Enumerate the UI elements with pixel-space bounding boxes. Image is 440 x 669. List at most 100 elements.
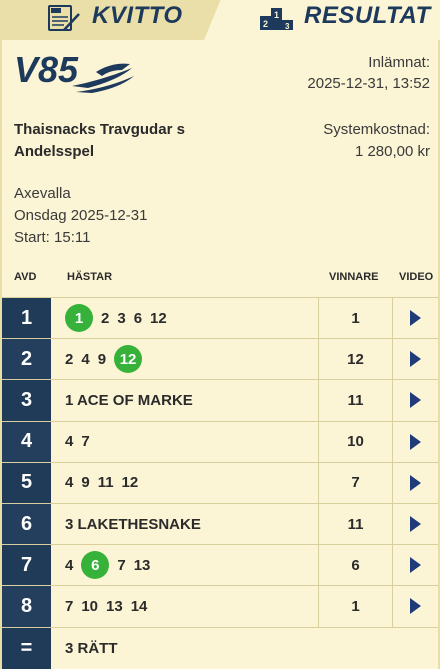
team-name-line2: Andelsspel [14,143,95,160]
horse-number: 11 [97,474,114,492]
tab-bar: KVITTO 2 1 3 RESULTAT [0,0,440,40]
play-icon [410,474,421,491]
horse-number: 12 [150,309,167,327]
header-horses: HÄSTAR [67,271,113,283]
video-button[interactable] [392,462,438,503]
video-button[interactable] [392,380,438,421]
horse-number: 9 [97,350,107,368]
winning-horse: 1 [65,304,93,333]
submitted-value: 2025-12-31, 13:52 [307,75,430,92]
race-winner: 1 [318,298,392,339]
horse-number: 2 [101,309,110,327]
selected-horses: 1 2 3 6 12 [51,298,318,338]
selected-horses: 4 6 7 13 [51,545,318,585]
race-winner: 11 [318,380,392,421]
table-row: 7 4 6 7 13 6 [2,544,438,586]
horse-number: 7 [117,556,126,574]
selected-horses: 47 [51,422,318,462]
video-button[interactable] [392,545,438,586]
race-winner: 10 [318,421,392,462]
selected-horses: 3 LAKETHESNAKE [51,504,318,544]
race-track: Axevalla [14,185,71,202]
play-icon [410,433,421,450]
winning-horse: 12 [114,345,143,374]
header-avd: AVD [14,271,37,283]
race-info: Axevalla Onsdag 2025-12-31 Start: 15:11 [14,183,147,249]
video-button[interactable] [392,298,438,339]
play-icon [410,392,421,409]
race-winner: 11 [318,503,392,545]
tab-kvitto[interactable]: KVITTO [0,0,218,40]
tab-resultat[interactable]: 2 1 3 RESULTAT [204,0,440,40]
table-row: 5 4 9 11 12 7 [2,461,438,503]
horse-number: 4 [65,474,74,492]
race-winner: 7 [318,462,392,503]
play-icon [410,557,421,574]
tab-resultat-label: RESULTAT [304,2,431,29]
race-number: 1 [2,298,51,339]
team-name-line1: Thaisnacks Travgudar s [14,121,185,138]
receipt-panel: V85 Inlämnat: 2025-12-31, 13:52 Thaisnac… [2,40,438,669]
video-button[interactable] [392,339,438,380]
table-row: 8 7 10 13 14 1 [2,585,438,627]
winning-horse: 6 [81,551,110,580]
horse-number: 4 [65,556,74,574]
submitted-info: Inlämnat: 2025-12-31, 13:52 [307,52,430,94]
race-start: Start: 15:11 [14,229,91,246]
race-number: 7 [2,545,51,586]
race-number: 5 [2,462,51,503]
play-icon [410,310,421,327]
team-name: Thaisnacks Travgudar s Andelsspel [14,119,185,163]
horse-number: 4 [65,433,74,451]
selected-horses: 2 4 9 12 [51,339,318,379]
svg-text:1: 1 [274,10,279,20]
race-winner: 1 [318,586,392,627]
horse-number: 1 ACE OF MARKE [65,391,193,409]
horse-number: 6 [133,309,143,327]
video-button[interactable] [392,503,438,545]
horse-number: 7 [81,433,90,451]
table-row: 6 3 LAKETHESNAKE 11 [2,502,438,545]
total-row: = 3 RÄTT [2,626,438,669]
svg-text:3: 3 [285,22,290,30]
video-button[interactable] [392,421,438,462]
total-correct: 3 RÄTT [65,639,118,657]
table-row: 3 1 ACE OF MARKE 11 [2,379,438,421]
play-icon [410,598,421,615]
horse-number: 2 [65,350,74,368]
v85-logo-text: V85 [14,50,79,90]
horse-number: 9 [81,474,90,492]
selected-horses: 1 ACE OF MARKE [51,380,318,420]
system-cost: Systemkostnad: 1 280,00 kr [323,119,430,163]
horse-number: 12 [121,474,139,492]
podium-icon: 2 1 3 [260,8,293,30]
race-winner: 12 [318,339,392,380]
horse-number: 14 [130,597,148,615]
race-number: 6 [2,503,51,545]
horse-number: 4 [81,350,90,368]
submitted-label: Inlämnat: [368,54,430,71]
race-number: 8 [2,586,51,627]
table-header: AVD HÄSTAR VINNARE VIDEO [2,266,438,298]
selected-horses: 7 10 13 14 [51,586,318,626]
table-row: 2 2 4 9 12 12 [2,338,438,380]
race-date: Onsdag 2025-12-31 [14,207,148,224]
system-cost-label: Systemkostnad: [323,121,430,138]
svg-text:2: 2 [263,19,268,29]
tab-kvitto-label: KVITTO [92,2,183,29]
video-button[interactable] [392,586,438,627]
horse-number: 13 [106,597,123,615]
race-number: 2 [2,339,51,380]
total-symbol: = [2,627,51,669]
race-number: 4 [2,421,51,462]
system-cost-value: 1 280,00 kr [354,143,430,160]
table-row: 1 1 2 3 6 12 1 [2,297,438,339]
horse-number: 3 [117,309,126,327]
receipt-icon [48,5,80,31]
header-winner: VINNARE [329,271,379,283]
play-icon [410,516,421,533]
v85-logo: V85 [14,50,134,93]
horse-number: 7 [65,597,74,615]
race-winner: 6 [318,545,392,586]
play-icon [410,351,421,368]
